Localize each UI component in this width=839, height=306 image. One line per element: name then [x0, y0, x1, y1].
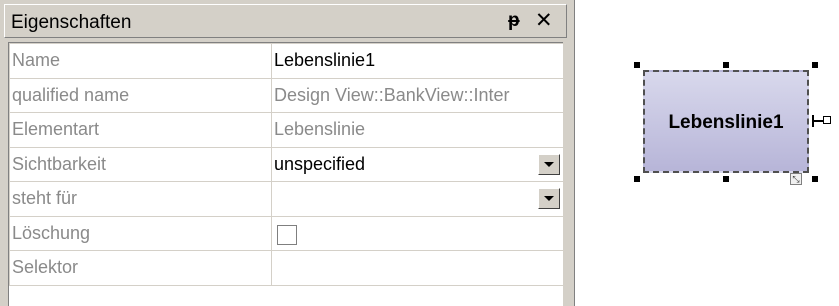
steht-fuer-select[interactable]	[271, 181, 564, 217]
selektor-value-field[interactable]	[271, 250, 564, 286]
selection-handle[interactable]	[634, 62, 640, 68]
property-key: qualified name	[9, 77, 272, 113]
pin-icon[interactable]: ᵽ	[508, 9, 520, 33]
selection-handle[interactable]	[634, 176, 640, 182]
lifeline-box[interactable]: Lebenslinie1	[643, 70, 809, 173]
name-value-field[interactable]: Lebenslinie1	[271, 43, 564, 79]
loeschung-cell	[271, 215, 564, 251]
resize-grip-icon[interactable]: ⤡	[790, 173, 802, 185]
property-row-selektor: Selektor	[9, 250, 564, 286]
close-icon[interactable]: ✕	[535, 9, 553, 33]
diagram-canvas[interactable]: Lebenslinie1 ⤡	[576, 0, 839, 306]
property-row-qualified-name: qualified name Design View::BankView::In…	[9, 77, 564, 113]
property-key: Sichtbarkeit	[9, 146, 272, 182]
property-row-elementart: Elementart Lebenslinie	[9, 112, 564, 148]
property-key: steht für	[9, 181, 272, 217]
qualified-name-value: Design View::BankView::Inter	[271, 77, 564, 113]
property-key: Löschung	[9, 215, 272, 251]
selection-handle[interactable]	[723, 62, 729, 68]
sichtbarkeit-select[interactable]: unspecified	[271, 146, 564, 182]
elementart-value: Lebenslinie	[271, 112, 564, 148]
selection-handle[interactable]	[812, 176, 818, 182]
property-row-loeschung: Löschung	[9, 215, 564, 251]
property-key: Elementart	[9, 112, 272, 148]
property-key: Selektor	[9, 250, 272, 286]
selection-handle[interactable]	[812, 62, 818, 68]
lifeline-port[interactable]	[823, 116, 831, 124]
property-grid: Name Lebenslinie1 qualified name Design …	[8, 42, 564, 306]
properties-panel: Eigenschaften ᵽ ✕ Name Lebenslinie1 qual…	[0, 0, 575, 306]
selection-handle[interactable]	[723, 176, 729, 182]
panel-header: Eigenschaften ᵽ ✕	[4, 4, 567, 38]
loeschung-checkbox[interactable]	[277, 224, 297, 245]
property-row-name: Name Lebenslinie1	[9, 43, 564, 79]
chevron-down-icon[interactable]	[538, 153, 560, 175]
property-row-steht-fuer: steht für	[9, 181, 564, 217]
panel-title: Eigenschaften	[11, 12, 132, 33]
chevron-down-icon[interactable]	[538, 188, 560, 209]
property-key: Name	[9, 43, 272, 79]
property-row-sichtbarkeit: Sichtbarkeit unspecified	[9, 146, 564, 182]
lifeline-label: Lebenslinie1	[668, 112, 784, 133]
sichtbarkeit-value: unspecified	[274, 153, 366, 174]
